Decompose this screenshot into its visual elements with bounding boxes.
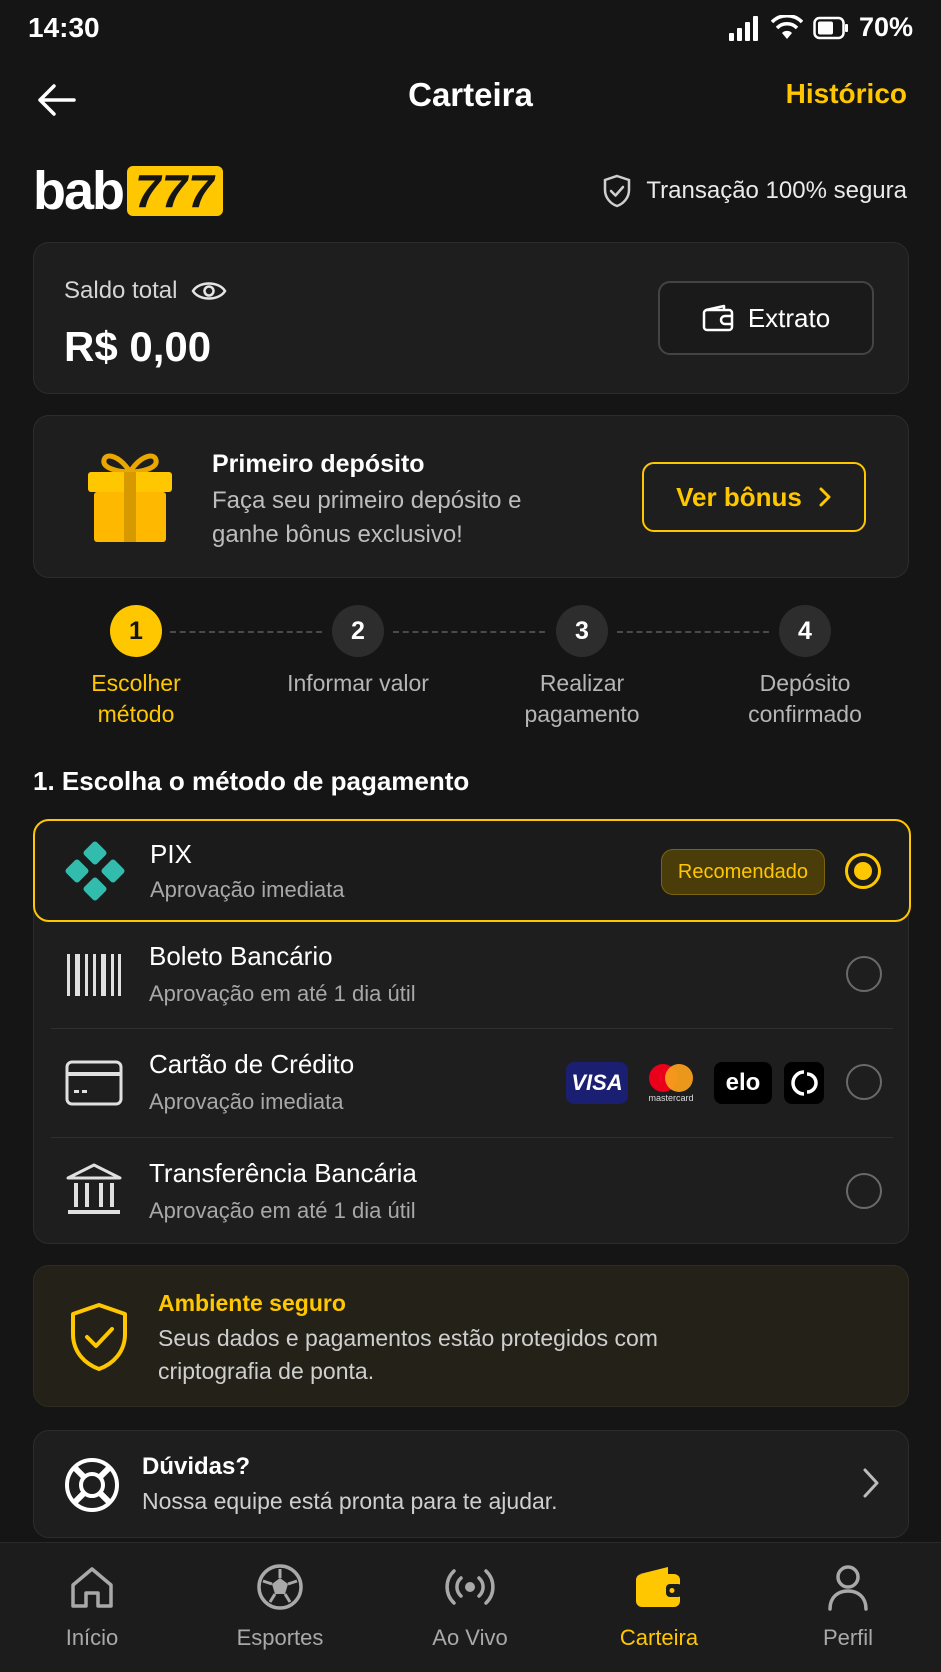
- balance-value: R$ 0,00: [64, 323, 212, 370]
- soccer-ball-icon: [205, 1561, 355, 1613]
- status-time: 14:30: [28, 12, 100, 43]
- wallet-outline-icon: [702, 304, 734, 332]
- method-subtitle: Aprovação em até 1 dia útil: [149, 1198, 416, 1223]
- chevron-right-icon: [863, 1468, 879, 1498]
- radio-boleto[interactable]: [846, 956, 882, 992]
- card-brands: VISA mastercard elo: [566, 1062, 824, 1104]
- balance-label-row: Saldo total: [64, 277, 227, 305]
- section-title: 1. Escolha o método de pagamento: [33, 766, 470, 796]
- logo-number: 777: [127, 166, 223, 216]
- eye-icon[interactable]: [191, 279, 227, 303]
- status-bar: 14:30 70%: [0, 0, 941, 56]
- secure-title: Ambiente seguro: [158, 1290, 346, 1316]
- signal-icon: [728, 15, 758, 41]
- balance-label: Saldo total: [64, 277, 178, 304]
- lifebuoy-icon: [65, 1458, 119, 1512]
- statement-button[interactable]: Extrato: [658, 281, 874, 355]
- method-title: Transferência Bancária: [149, 1158, 417, 1188]
- step-4-circle: 4: [779, 605, 831, 657]
- nav-label: Ao Vivo: [432, 1625, 508, 1650]
- mastercard-logo: mastercard: [640, 1062, 702, 1104]
- bottom-navigation: Início Esportes Ao Vivo Carteira Perfil: [0, 1542, 941, 1672]
- step-1-label: Escolher método: [91, 670, 181, 727]
- method-subtitle: Aprovação imediata: [149, 1089, 344, 1114]
- method-title: PIX: [150, 839, 192, 869]
- battery-icon: [813, 16, 848, 39]
- visa-logo: VISA: [566, 1062, 628, 1104]
- step-connector: [170, 631, 322, 633]
- user-icon: [773, 1561, 923, 1613]
- nav-label: Carteira: [619, 1625, 699, 1650]
- radio-pix[interactable]: [845, 853, 881, 889]
- wifi-icon: [770, 14, 803, 39]
- wallet-icon: [584, 1561, 734, 1613]
- nav-label: Esportes: [236, 1625, 324, 1650]
- bonus-title: Primeiro depósito: [212, 450, 425, 478]
- live-broadcast-icon: [395, 1561, 545, 1613]
- method-title: Cartão de Crédito: [149, 1049, 355, 1079]
- nav-profile[interactable]: Perfil: [773, 1561, 923, 1651]
- credit-card-icon: [62, 1051, 126, 1115]
- step-2-label: Informar valor: [287, 670, 429, 696]
- payment-methods-list: PIX Aprovação imediata Recomendado Bolet…: [33, 819, 911, 1244]
- nav-live[interactable]: Ao Vivo: [395, 1561, 545, 1651]
- shield-check-icon: [71, 1303, 127, 1371]
- radio-bank-transfer[interactable]: [846, 1173, 882, 1209]
- help-text: Nossa equipe está pronta para te ajudar.: [142, 1488, 558, 1514]
- step-connector: [617, 631, 769, 633]
- bonus-card: Primeiro depósito Faça seu primeiro depó…: [33, 415, 909, 578]
- method-bank-transfer[interactable]: Transferência Bancária Aprovação em até …: [34, 1138, 910, 1244]
- statement-label: Extrato: [747, 302, 831, 333]
- bonus-text: Faça seu primeiro depósito e ganhe bônus…: [212, 487, 522, 548]
- view-bonus-label: Ver bônus: [676, 481, 802, 512]
- help-card[interactable]: Dúvidas? Nossa equipe está pronta para t…: [33, 1430, 909, 1538]
- help-title: Dúvidas?: [142, 1453, 251, 1480]
- gift-icon: [88, 453, 172, 542]
- battery-level: 70%: [858, 12, 913, 42]
- method-title: Boleto Bancário: [149, 941, 333, 971]
- radio-credit-card[interactable]: [846, 1064, 882, 1100]
- barcode-icon: [62, 943, 126, 1007]
- nav-home[interactable]: Início: [17, 1561, 167, 1651]
- secure-environment-box: Ambiente seguro Seus dados e pagamentos …: [33, 1265, 909, 1407]
- nav-sports[interactable]: Esportes: [205, 1561, 355, 1651]
- step-2-circle: 2: [332, 605, 384, 657]
- recommended-badge: Recomendado: [660, 849, 825, 895]
- chevron-right-icon: [819, 487, 831, 507]
- diners-logo: [784, 1062, 824, 1104]
- step-3-label: Realizar pagamento: [524, 670, 640, 727]
- logo-text: bab: [33, 161, 125, 221]
- step-3-circle: 3: [556, 605, 608, 657]
- secure-text: Seus dados e pagamentos estão protegidos…: [158, 1325, 658, 1384]
- secure-transaction: Transação 100% segura: [602, 174, 907, 208]
- nav-label: Perfil: [822, 1625, 874, 1650]
- step-4-label: Depósito confirmado: [748, 670, 862, 727]
- nav-wallet[interactable]: Carteira: [584, 1561, 734, 1651]
- bank-icon: [62, 1158, 126, 1222]
- brand-logo: bab 777: [33, 164, 223, 218]
- pix-icon: [63, 839, 127, 903]
- nav-label: Início: [65, 1625, 119, 1650]
- status-icons: 70%: [728, 12, 913, 43]
- step-1-circle: 1: [110, 605, 162, 657]
- shield-check-icon: [604, 174, 631, 208]
- elo-logo: elo: [714, 1062, 772, 1104]
- step-connector: [393, 631, 545, 633]
- balance-card: Saldo total R$ 0,00 Extrato: [33, 242, 909, 394]
- method-subtitle: Aprovação em até 1 dia útil: [149, 981, 416, 1006]
- method-subtitle: Aprovação imediata: [150, 877, 345, 902]
- method-pix[interactable]: PIX Aprovação imediata Recomendado: [33, 819, 911, 922]
- method-boleto[interactable]: Boleto Bancário Aprovação em até 1 dia ú…: [34, 923, 910, 1028]
- view-bonus-button[interactable]: Ver bônus: [642, 462, 866, 532]
- home-icon: [17, 1561, 167, 1613]
- secure-text: Transação 100% segura: [646, 177, 907, 204]
- history-link[interactable]: Histórico: [786, 78, 907, 110]
